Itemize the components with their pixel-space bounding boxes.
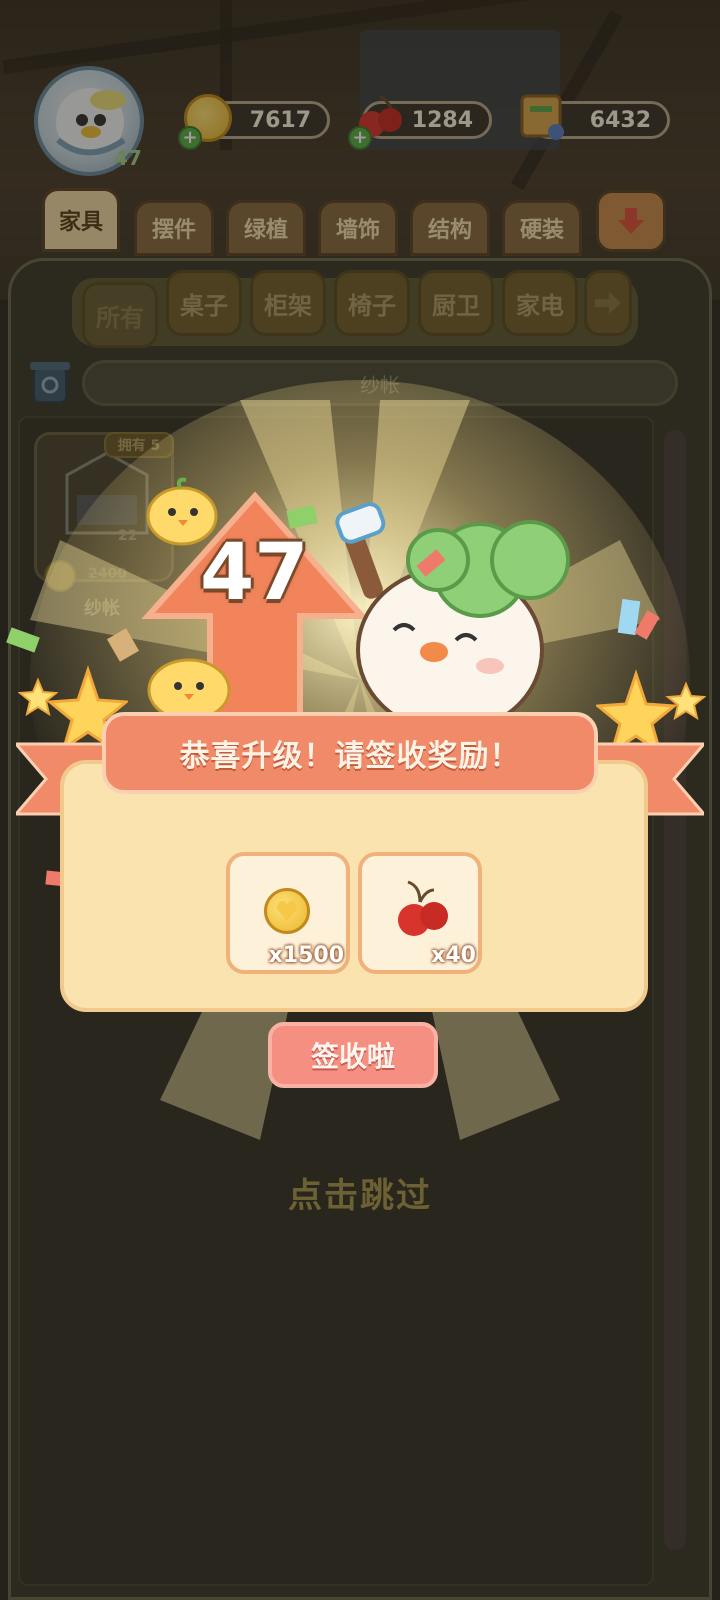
reward-slot-cherries[interactable]: x40: [358, 852, 482, 974]
congrats-banner: 恭喜升级！请签收奖励！: [102, 712, 598, 794]
cherry-icon: [398, 880, 448, 936]
congrats-text: 恭喜升级！请签收奖励！: [179, 739, 521, 774]
skip-text[interactable]: 点击跳过: [0, 1168, 720, 1217]
gold-coin-icon: [264, 888, 310, 934]
mascot-character: [335, 502, 570, 720]
claim-button[interactable]: 签收啦: [268, 1022, 438, 1088]
reward-qty: x1500: [268, 943, 344, 968]
chick-icon: [146, 477, 218, 546]
reward-card: [60, 760, 648, 1012]
reward-qty: x40: [431, 943, 476, 968]
reward-slot-coins[interactable]: x1500: [226, 852, 350, 974]
claim-label: 签收啦: [310, 1040, 395, 1073]
chick-icon: [147, 658, 231, 720]
